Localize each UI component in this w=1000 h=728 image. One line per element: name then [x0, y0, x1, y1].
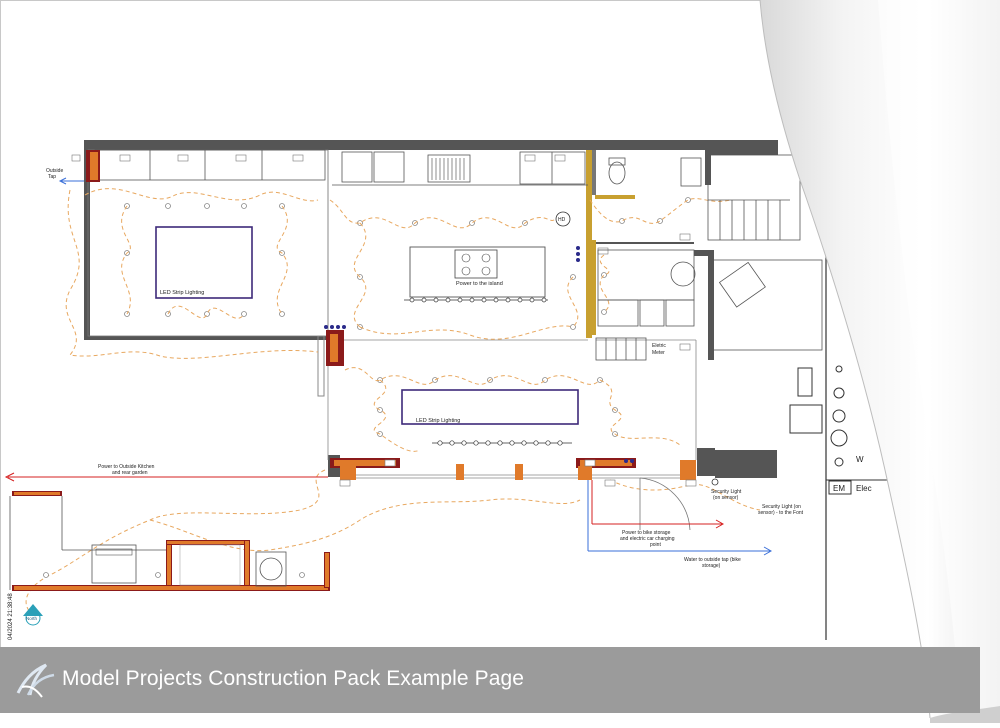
brand-logo-icon [16, 663, 55, 698]
meter-label-1: Eletric [652, 343, 666, 349]
svg-text:North: North [26, 616, 38, 621]
power-bike-label-2: and electric car charging [620, 536, 675, 542]
security-light-2b: sensor) - to the Font [758, 510, 804, 516]
led-strip-label-2: LED Strip Lighting [416, 418, 460, 424]
drawing-sheet: EM Elec W M [0, 0, 1000, 723]
power-outside-label-2: and rear garden [112, 470, 148, 476]
date-stamp: 04/2024 21:38:48 [8, 593, 14, 640]
page-title: Model Projects Construction Pack Example… [62, 667, 525, 690]
elec-label: Elec [856, 484, 872, 493]
svg-text:HD: HD [558, 217, 566, 223]
power-bike-label-3: point [650, 542, 661, 548]
led-strip-label-1: LED Strip Lighting [160, 290, 204, 296]
meter-label-2: Meter [652, 350, 665, 356]
floor-plan: EM Elec W M [0, 0, 1000, 723]
em-label: EM [833, 484, 845, 493]
footer-bar: Model Projects Construction Pack Example… [0, 647, 980, 713]
outside-tap-label-2: Tap [48, 174, 56, 180]
security-light-1b: (on sensor) [713, 495, 739, 501]
w-label: W [856, 455, 864, 464]
island-power-label: Power to the island [456, 281, 503, 287]
water-label-2: storage) [702, 563, 721, 569]
